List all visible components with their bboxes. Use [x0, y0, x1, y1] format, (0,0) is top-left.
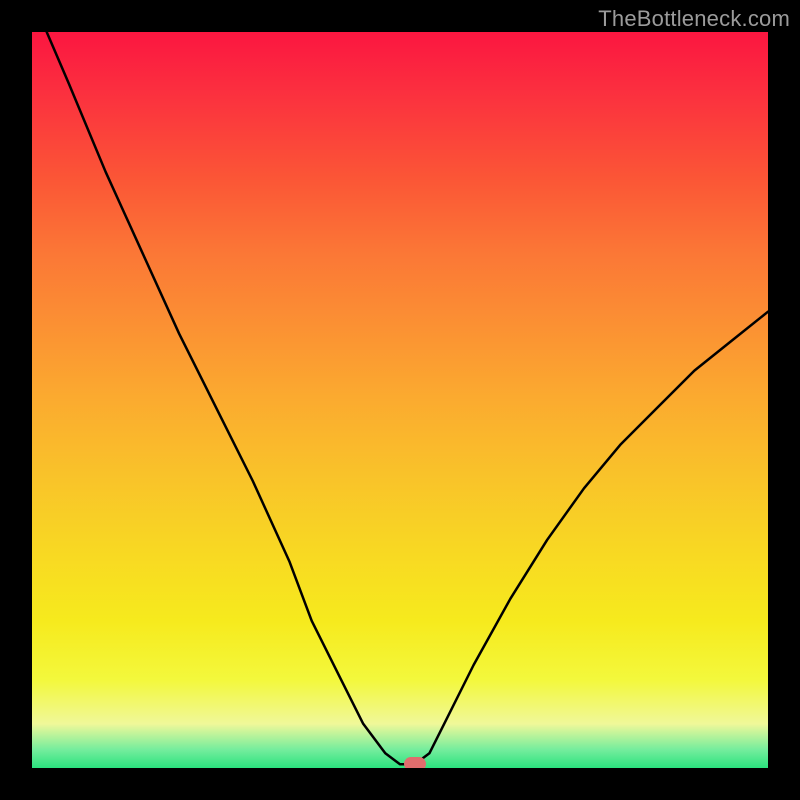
watermark-text: TheBottleneck.com [598, 6, 790, 32]
plot-area [32, 32, 768, 768]
chart-frame: TheBottleneck.com [0, 0, 800, 800]
optimal-point-marker [404, 757, 426, 768]
bottleneck-curve [32, 32, 768, 768]
